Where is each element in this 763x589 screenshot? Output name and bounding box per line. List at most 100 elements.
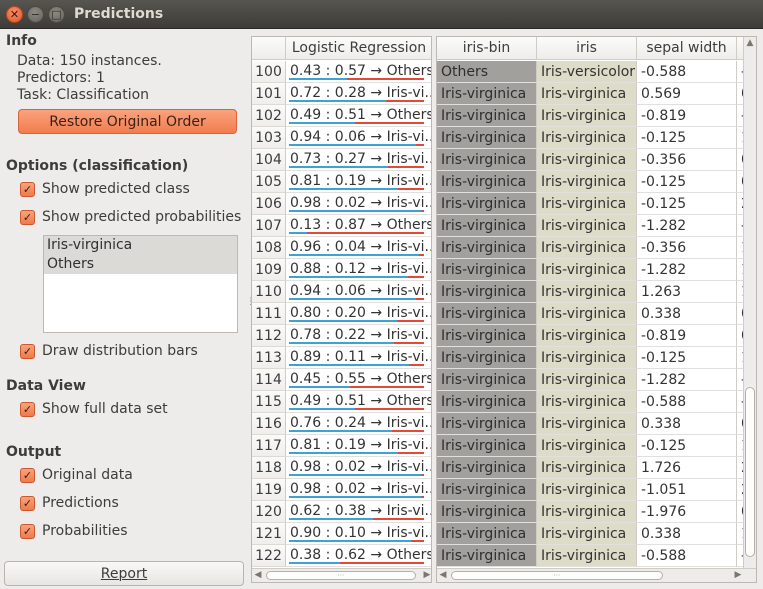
table-row[interactable]: Iris-virginicaIris-virginica0.3380 — [437, 413, 756, 435]
sepal-width-cell[interactable]: -0.356 — [637, 149, 737, 171]
show-predicted-probabilities-checkbox[interactable]: ✓ Show predicted probabilities — [20, 209, 241, 225]
table-row[interactable]: Iris-virginicaIris-virginica-1.2821 — [437, 259, 756, 281]
iris-cell[interactable]: Iris-virginica — [537, 325, 637, 347]
sepal-width-cell[interactable]: -1.282 — [637, 215, 737, 237]
prediction-cell[interactable]: 0.73 : 0.27 → Iris-vi... — [286, 149, 431, 171]
sepal-width-cell[interactable]: -1.976 — [637, 501, 737, 523]
prediction-cell[interactable]: 0.96 : 0.04 → Iris-vi... — [286, 237, 431, 259]
close-window-button[interactable]: ✕ — [6, 6, 23, 23]
iris-bin-cell[interactable]: Iris-virginica — [437, 347, 537, 369]
sepal-width-cell[interactable]: -0.125 — [637, 347, 737, 369]
table-row[interactable]: 116 0.76 : 0.24 → Iris-vi... — [252, 413, 431, 435]
sepal-width-cell[interactable]: 0.338 — [637, 413, 737, 435]
iris-bin-cell[interactable]: Iris-virginica — [437, 523, 537, 545]
table-row[interactable]: Iris-virginicaIris-virginica-0.3561 — [437, 237, 756, 259]
iris-bin-cell[interactable]: Iris-virginica — [437, 391, 537, 413]
sepal-width-cell[interactable]: -0.588 — [637, 391, 737, 413]
sepal-width-cell[interactable]: 0.569 — [637, 83, 737, 105]
iris-bin-cell[interactable]: Others — [437, 61, 537, 83]
iris-cell[interactable]: Iris-virginica — [537, 215, 637, 237]
prediction-cell[interactable]: 0.78 : 0.22 → Iris-vi... — [286, 325, 431, 347]
scroll-left-icon[interactable]: ◀ — [437, 569, 449, 582]
table-row[interactable]: 107 0.13 : 0.87 → Others — [252, 215, 431, 237]
sepal-width-cell[interactable]: 0.338 — [637, 523, 737, 545]
iris-cell[interactable]: Iris-virginica — [537, 545, 637, 567]
iris-cell[interactable]: Iris-virginica — [537, 501, 637, 523]
iris-cell[interactable]: Iris-virginica — [537, 413, 637, 435]
prediction-cell[interactable]: 0.80 : 0.20 → Iris-vi... — [286, 303, 431, 325]
prediction-cell[interactable]: 0.98 : 0.02 → Iris-vi... — [286, 193, 431, 215]
iris-bin-cell[interactable]: Iris-virginica — [437, 413, 537, 435]
iris-cell[interactable]: Iris-virginica — [537, 347, 637, 369]
table-row[interactable]: Iris-virginicaIris-virginica1.2631 — [437, 281, 756, 303]
table-row[interactable]: 101 0.72 : 0.28 → Iris-vi... — [252, 83, 431, 105]
iris-cell[interactable]: Iris-virginica — [537, 193, 637, 215]
sepal-width-cell[interactable]: 1.726 — [637, 457, 737, 479]
table-row[interactable]: Iris-virginicaIris-virginica-0.1251 — [437, 347, 756, 369]
table-row[interactable]: 102 0.49 : 0.51 → Others — [252, 105, 431, 127]
scroll-right-icon[interactable]: ▶ — [732, 569, 744, 582]
iris-cell[interactable]: Iris-virginica — [537, 259, 637, 281]
iris-bin-cell[interactable]: Iris-virginica — [437, 259, 537, 281]
predictions-table[interactable]: Logistic Regression 100 0.43 : 0.57 → Oth… — [251, 36, 432, 583]
sepal-width-cell[interactable]: -1.051 — [637, 479, 737, 501]
sepal-width-cell[interactable]: -1.282 — [637, 259, 737, 281]
sepal-width-cell[interactable]: 1.263 — [637, 281, 737, 303]
prediction-cell[interactable]: 0.62 : 0.38 → Iris-vi... — [286, 501, 431, 523]
iris-cell[interactable]: Iris-virginica — [537, 523, 637, 545]
table-row[interactable]: 121 0.90 : 0.10 → Iris-vi... — [252, 523, 431, 545]
iris-cell[interactable]: Iris-versicolor — [537, 61, 637, 83]
prediction-cell[interactable]: 0.81 : 0.19 → Iris-vi... — [286, 171, 431, 193]
column-header-iris[interactable]: iris — [537, 37, 637, 60]
table-row[interactable]: 120 0.62 : 0.38 → Iris-vi... — [252, 501, 431, 523]
column-header-sepal-width[interactable]: sepal width — [637, 37, 737, 60]
sepal-width-cell[interactable]: -0.356 — [637, 237, 737, 259]
show-full-data-set-checkbox[interactable]: ✓ Show full data set — [20, 401, 168, 417]
iris-bin-cell[interactable]: Iris-virginica — [437, 171, 537, 193]
iris-bin-cell[interactable]: Iris-virginica — [437, 281, 537, 303]
table-row[interactable]: OthersIris-versicolor-0.588- — [437, 61, 756, 83]
vertical-scrollbar[interactable]: ▲ — [743, 37, 756, 569]
table-row[interactable]: 112 0.78 : 0.22 → Iris-vi... — [252, 325, 431, 347]
iris-bin-cell[interactable]: Iris-virginica — [437, 105, 537, 127]
prediction-cell[interactable]: 0.43 : 0.57 → Others — [286, 61, 431, 83]
iris-bin-cell[interactable]: Iris-virginica — [437, 303, 537, 325]
iris-cell[interactable]: Iris-virginica — [537, 281, 637, 303]
sepal-width-cell[interactable]: -0.588 — [637, 545, 737, 567]
table-row[interactable]: Iris-virginicaIris-virginica-0.8190 — [437, 325, 756, 347]
data-table[interactable]: iris-bin iris sepal width Others Iris-ver… — [436, 36, 757, 583]
prediction-cell[interactable]: 0.13 : 0.87 → Others — [286, 215, 431, 237]
table-row[interactable]: 110 0.94 : 0.06 → Iris-vi... — [252, 281, 431, 303]
table-row[interactable]: Iris-virginicaIris-virginica-0.3560 — [437, 149, 756, 171]
table-row[interactable]: Iris-virginicaIris-virginica0.5690 — [437, 83, 756, 105]
iris-bin-cell[interactable]: Iris-virginica — [437, 325, 537, 347]
iris-bin-cell[interactable]: Iris-virginica — [437, 193, 537, 215]
scroll-left-icon[interactable]: ◀ — [252, 569, 264, 582]
prediction-cell[interactable]: 0.98 : 0.02 → Iris-vi... — [286, 479, 431, 501]
table-row[interactable]: 106 0.98 : 0.02 → Iris-vi... — [252, 193, 431, 215]
table-row[interactable]: 122 0.38 : 0.62 → Others — [252, 545, 431, 567]
iris-bin-cell[interactable]: Iris-virginica — [437, 215, 537, 237]
iris-cell[interactable]: Iris-virginica — [537, 237, 637, 259]
iris-cell[interactable]: Iris-virginica — [537, 83, 637, 105]
iris-bin-cell[interactable]: Iris-virginica — [437, 149, 537, 171]
prediction-cell[interactable]: 0.45 : 0.55 → Others — [286, 369, 431, 391]
scroll-right-icon[interactable]: ▶ — [421, 569, 431, 582]
minimize-window-button[interactable]: − — [27, 6, 44, 23]
iris-cell[interactable]: Iris-virginica — [537, 435, 637, 457]
report-button[interactable]: Report — [4, 561, 244, 586]
restore-original-order-button[interactable]: Restore Original Order — [18, 109, 237, 134]
iris-bin-cell[interactable]: Iris-virginica — [437, 501, 537, 523]
prediction-cell[interactable]: 0.94 : 0.06 → Iris-vi... — [286, 281, 431, 303]
draw-distribution-bars-checkbox[interactable]: ✓ Draw distribution bars — [20, 343, 198, 359]
iris-cell[interactable]: Iris-virginica — [537, 369, 637, 391]
iris-cell[interactable]: Iris-virginica — [537, 105, 637, 127]
prediction-cell[interactable]: 0.98 : 0.02 → Iris-vi... — [286, 457, 431, 479]
sepal-width-cell[interactable]: -0.819 — [637, 325, 737, 347]
iris-cell[interactable]: Iris-virginica — [537, 479, 637, 501]
prediction-cell[interactable]: 0.88 : 0.12 → Iris-vi... — [286, 259, 431, 281]
iris-bin-cell[interactable]: Iris-virginica — [437, 545, 537, 567]
iris-bin-cell[interactable]: Iris-virginica — [437, 369, 537, 391]
table-row[interactable]: Iris-virginicaIris-virginica-0.1251 — [437, 435, 756, 457]
table-row[interactable]: Iris-virginicaIris-virginica-1.282- — [437, 215, 756, 237]
